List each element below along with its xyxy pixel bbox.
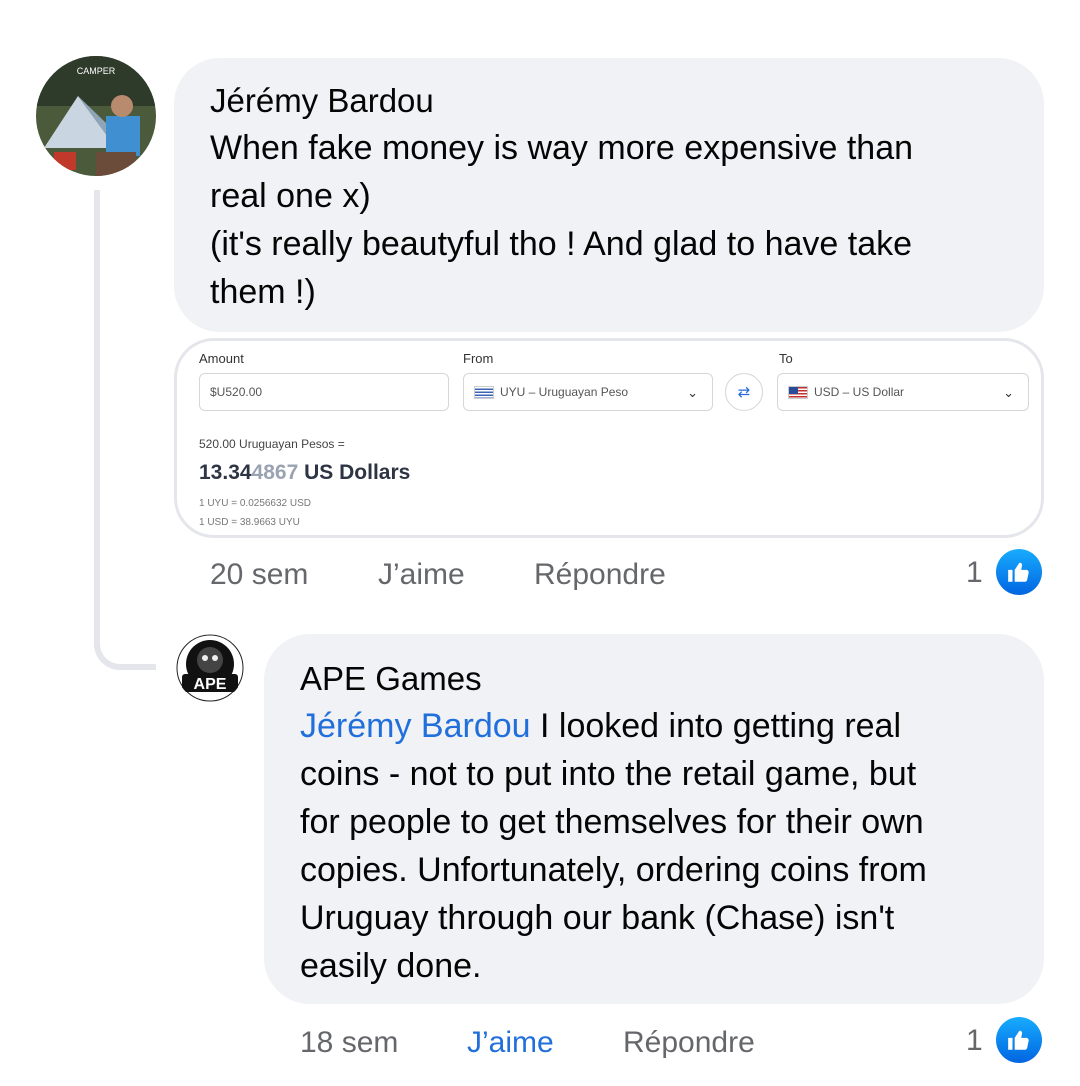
comment-line: When fake money is way more expensive th… [210,129,914,167]
rate-uyu-usd: 1 UYU = 0.0256632 USD [199,498,312,509]
like-button[interactable]: J’aime [467,1026,554,1060]
comment-line: copies. Unfortunately, ordering coins fr… [300,851,927,889]
comment-line: (it's really beautyful tho ! And glad to… [210,225,913,263]
comment-line: real one x) [210,177,371,215]
result-main-digits: 13.34 [199,461,252,484]
comment-text: Jérémy Bardou I looked into getting real… [300,702,1008,990]
reaction-count[interactable]: 1 [966,556,983,590]
mention-link[interactable]: Jérémy Bardou [300,707,531,745]
us-flag-icon [788,385,808,399]
amount-value: $U520.00 [210,385,263,399]
rate-usd-uyu: 1 USD = 38.9663 UYU [199,517,300,528]
comment-author[interactable]: APE Games [300,656,1008,702]
uruguay-flag-icon [474,385,494,399]
comment-author[interactable]: Jérémy Bardou [210,78,1008,124]
comment-bubble-jeremy: Jérémy Bardou When fake money is way mor… [174,58,1044,332]
like-button[interactable]: J’aime [378,558,465,592]
reply-button[interactable]: Répondre [623,1026,755,1060]
thumbs-up-icon[interactable] [996,1017,1042,1063]
comment-line: easily done. [300,947,482,985]
from-currency-value: UYU – Uruguayan Peso [500,385,629,399]
result-faded-digits: 4867 [251,461,299,484]
from-label: From [463,351,494,366]
from-currency-select: UYU – Uruguayan Peso ⌄ [463,373,713,411]
swap-icon: ⇄ [725,373,763,411]
amount-input: $U520.00 [199,373,449,411]
comment-text: When fake money is way more expensive th… [210,124,1008,316]
comment-line: Uruguay through our bank (Chase) isn't [300,899,895,937]
reply-button[interactable]: Répondre [534,558,666,592]
to-currency-value: USD – US Dollar [814,385,905,399]
conversion-result: 13.344867 US Dollars [199,461,410,485]
avatar-badge-text: CAMPER [77,66,116,76]
comment-line: coins - not to put into the retail game,… [300,755,917,793]
thumbs-up-icon[interactable] [996,549,1042,595]
comment-bubble-ape-games: APE Games Jérémy Bardou I looked into ge… [264,634,1044,1004]
comment-timestamp[interactable]: 18 sem [300,1026,398,1060]
chevron-down-icon: ⌄ [1003,385,1014,400]
to-label: To [779,351,793,366]
avatar-jeremy-bardou[interactable]: CAMPER [36,56,156,176]
avatar-ape-games[interactable]: APE [176,634,244,702]
reply-thread-connector [94,190,156,670]
result-unit: US Dollars [298,461,411,484]
comment-line: Jérémy Bardou I looked into getting real [300,702,1008,750]
comment-line-text: I looked into getting real [530,707,902,745]
avatar-logo-text: APE [194,676,227,693]
amount-label: Amount [199,351,244,366]
chevron-down-icon: ⌄ [687,385,698,400]
conversion-source: 520.00 Uruguayan Pesos = [199,437,345,451]
comment-timestamp[interactable]: 20 sem [210,558,308,592]
comment-line: them !) [210,273,316,311]
comment-line: for people to get themselves for their o… [300,803,924,841]
attached-image-currency-converter[interactable]: Amount From To $U520.00 UYU – Uruguayan … [174,338,1044,538]
to-currency-select: USD – US Dollar ⌄ [777,373,1029,411]
reaction-count[interactable]: 1 [966,1024,983,1058]
